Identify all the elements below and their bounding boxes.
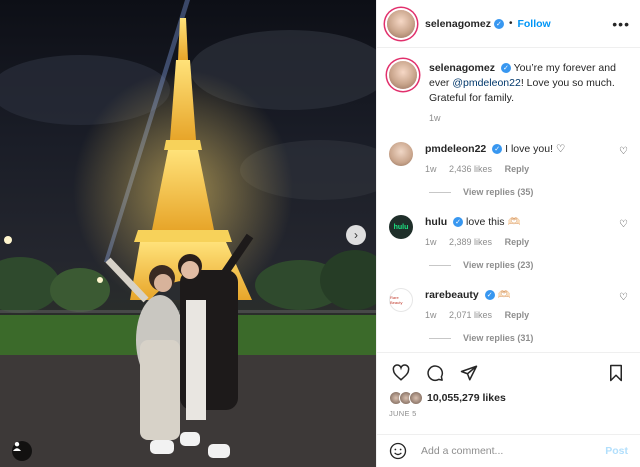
comment-time[interactable]: 1w (425, 164, 437, 174)
more-options-icon[interactable]: ••• (612, 16, 630, 32)
comment-body: rarebeauty ✓ 🫶🏻 1w 2,071 likes Reply (425, 288, 628, 323)
caption-username[interactable]: selenagomez (429, 62, 495, 74)
caption: selenagomez ✓ You’re my forever and ever… (389, 61, 628, 126)
replies-divider (429, 191, 451, 193)
liker-avatar (409, 391, 423, 405)
caption-body: selenagomez ✓ You’re my forever and ever… (429, 61, 628, 126)
comment-text: I love you! ♡ (505, 143, 566, 155)
bookmark-icon[interactable] (604, 361, 628, 385)
verified-badge-icon: ✓ (453, 217, 464, 228)
comment-input[interactable] (421, 445, 606, 457)
action-icons-row (389, 361, 628, 385)
emoji-icon[interactable] (389, 442, 407, 460)
heart-icon[interactable] (389, 361, 413, 385)
tagged-users-button[interactable] (12, 441, 32, 461)
add-comment-bar: Post (377, 434, 640, 467)
share-icon[interactable] (457, 361, 481, 385)
replies-divider (429, 264, 451, 266)
comment-body: hulu ✓ love this 🫶🏻 1w 2,389 likes Reply (425, 215, 628, 250)
heart-icon-svg (392, 364, 410, 381)
likes-row[interactable]: 10,055,279 likes (389, 391, 628, 405)
comment-likes[interactable]: 2,436 likes (449, 164, 492, 174)
comment-text: 🫶🏻 (497, 289, 511, 301)
replies-divider (429, 337, 451, 339)
post-photo[interactable]: › (0, 0, 376, 467)
comment-icon-svg (427, 365, 444, 382)
comment-likes[interactable]: 2,071 likes (449, 310, 492, 320)
view-replies-label: View replies (35) (463, 187, 534, 197)
comments-list[interactable]: selenagomez ✓ You’re my forever and ever… (377, 49, 640, 351)
view-replies-label: View replies (31) (463, 333, 534, 343)
view-replies-button[interactable]: View replies (23) (429, 260, 628, 270)
reply-button[interactable]: Reply (505, 310, 530, 320)
follow-button[interactable]: Follow (517, 18, 550, 30)
comment-username[interactable]: pmdeleon22 (425, 143, 486, 155)
post-details-panel: selenagomez ✓ • Follow ••• selenagomez ✓… (376, 0, 640, 467)
next-image-button[interactable]: › (346, 225, 366, 245)
comment-time[interactable]: 1w (425, 237, 437, 247)
verified-badge-icon: ✓ (493, 18, 504, 29)
rarebeauty-logo-text: Rare Beauty (390, 295, 403, 305)
likes-count[interactable]: 10,055,279 likes (427, 392, 506, 404)
hulu-logo-avatar[interactable]: hulu (389, 215, 413, 239)
post-actions: 10,055,279 likes June 5 (377, 352, 640, 418)
chevron-right-icon: › (354, 228, 358, 242)
caption-meta: 1w (429, 111, 628, 126)
verified-badge-icon: ✓ (484, 290, 495, 301)
comment-meta: 1w 2,436 likes Reply (425, 162, 628, 177)
emoji-icon-svg (389, 442, 407, 460)
like-comment-heart-icon[interactable]: ♡ (619, 219, 628, 230)
user-icon (13, 442, 21, 451)
eiffel-tower-photo (0, 0, 376, 467)
view-replies-button[interactable]: View replies (31) (429, 333, 628, 343)
like-comment-heart-icon[interactable]: ♡ (619, 146, 628, 157)
post-comment-button[interactable]: Post (605, 445, 628, 457)
comment-likes[interactable]: 2,389 likes (449, 237, 492, 247)
comment-meta: 1w 2,071 likes Reply (425, 308, 628, 323)
bookmark-icon-svg (610, 364, 622, 382)
author-avatar[interactable] (387, 9, 415, 38)
comment-time[interactable]: 1w (425, 310, 437, 320)
view-replies-label: View replies (23) (463, 260, 534, 270)
hulu-logo-text: hulu (393, 223, 409, 231)
comment-icon[interactable] (423, 361, 447, 385)
like-comment-heart-icon[interactable]: ♡ (619, 292, 628, 303)
share-icon-svg (460, 365, 478, 381)
post-header: selenagomez ✓ • Follow ••• (377, 0, 640, 48)
comment-body: pmdeleon22 ✓ I love you! ♡ 1w 2,436 like… (425, 142, 628, 177)
comment-meta: 1w 2,389 likes Reply (425, 235, 628, 250)
comment-text: love this 🫶🏻 (466, 216, 521, 228)
rarebeauty-logo-avatar[interactable]: Rare Beauty (389, 288, 413, 312)
comment-username[interactable]: rarebeauty (425, 289, 479, 301)
post-date[interactable]: June 5 (389, 409, 628, 418)
caption-avatar[interactable] (389, 61, 417, 89)
verified-badge-icon: ✓ (492, 144, 503, 155)
comment-item: hulu hulu ✓ love this 🫶🏻 1w 2,389 likes … (389, 215, 628, 250)
caption-time[interactable]: 1w (429, 113, 441, 123)
verified-badge-icon: ✓ (500, 63, 511, 74)
reply-button[interactable]: Reply (505, 237, 530, 247)
commenter-avatar[interactable] (389, 142, 413, 166)
reply-button[interactable]: Reply (505, 164, 530, 174)
separator-dot: • (508, 18, 513, 29)
view-replies-button[interactable]: View replies (35) (429, 187, 628, 197)
author-username[interactable]: selenagomez (425, 18, 491, 30)
comment-item: Rare Beauty rarebeauty ✓ 🫶🏻 1w 2,071 lik… (389, 288, 628, 323)
comment-item: pmdeleon22 ✓ I love you! ♡ 1w 2,436 like… (389, 142, 628, 177)
comment-username[interactable]: hulu (425, 216, 447, 228)
caption-mention[interactable]: @pmdeleon22 (452, 77, 520, 89)
